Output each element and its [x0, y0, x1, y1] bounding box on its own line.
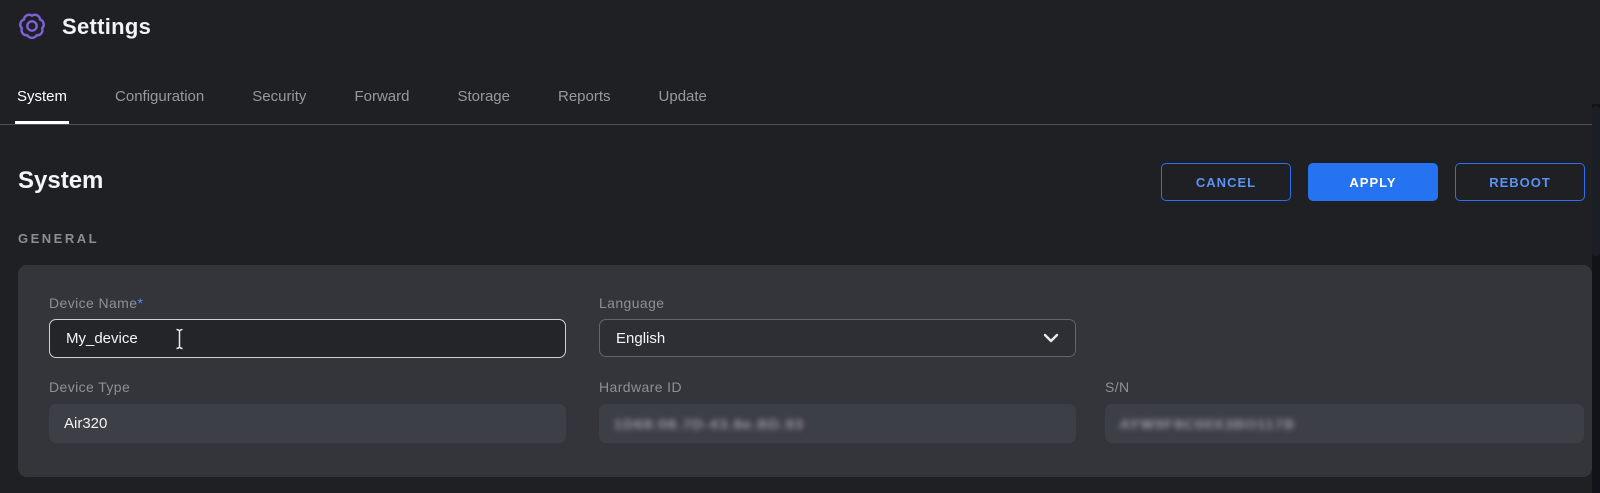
serial-number-field: AYW9F8C00X3BO117B	[1105, 404, 1584, 443]
chevron-down-icon	[1043, 333, 1059, 343]
language-label: Language	[599, 295, 665, 311]
general-panel: Device Name* Language English Device Typ…	[18, 265, 1592, 477]
action-buttons: CANCEL APPLY REBOOT	[1161, 163, 1585, 201]
vertical-scrollbar[interactable]	[1592, 104, 1600, 493]
settings-page: Settings System Configuration Security F…	[0, 0, 1600, 493]
serial-number-label: S/N	[1105, 379, 1130, 395]
tab-forward[interactable]: Forward	[354, 88, 409, 127]
section-title: System	[18, 167, 103, 195]
cancel-button[interactable]: CANCEL	[1161, 163, 1291, 201]
hardware-id-field: 1D68:08.7D-43.8e.BD.93	[599, 404, 1076, 443]
scrollbar-thumb[interactable]	[1592, 106, 1600, 256]
device-type-field: Air320	[49, 404, 566, 443]
gear-icon	[17, 11, 47, 41]
tab-system[interactable]: System	[17, 88, 67, 127]
tab-separator	[0, 124, 1592, 125]
required-asterisk: *	[137, 295, 143, 311]
language-select[interactable]: English	[599, 319, 1076, 357]
tab-security[interactable]: Security	[252, 88, 306, 127]
hardware-id-value-redacted: 1D68:08.7D-43.8e.BD.93	[614, 416, 804, 432]
device-name-input[interactable]	[49, 319, 566, 358]
apply-button[interactable]: APPLY	[1308, 163, 1438, 201]
device-type-label: Device Type	[49, 379, 130, 395]
group-title-general: GENERAL	[18, 231, 99, 246]
tab-storage[interactable]: Storage	[457, 88, 510, 127]
tab-update[interactable]: Update	[659, 88, 707, 127]
tab-configuration[interactable]: Configuration	[115, 88, 204, 127]
reboot-button[interactable]: REBOOT	[1455, 163, 1585, 201]
language-selected-value: English	[616, 330, 665, 347]
device-type-value: Air320	[64, 415, 107, 432]
hardware-id-label: Hardware ID	[599, 379, 682, 395]
page-title: Settings	[62, 14, 151, 40]
tab-bar: System Configuration Security Forward St…	[17, 88, 707, 127]
tab-reports[interactable]: Reports	[558, 88, 611, 127]
serial-number-value-redacted: AYW9F8C00X3BO117B	[1120, 416, 1295, 432]
device-name-label: Device Name*	[49, 295, 143, 311]
